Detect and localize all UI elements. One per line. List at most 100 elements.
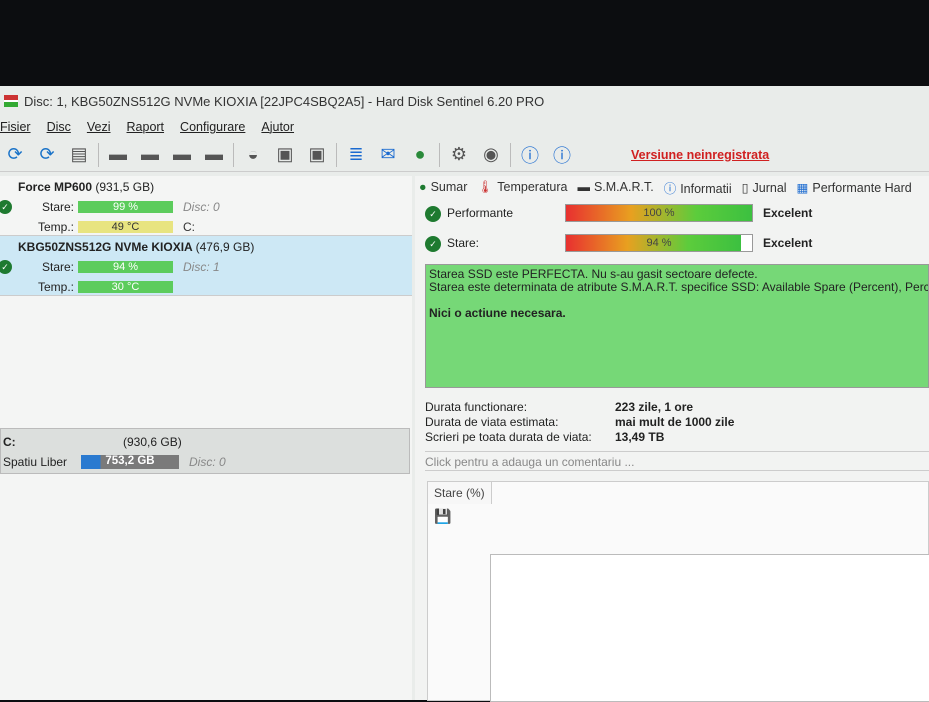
menu-bar: Fisier Disc Vezi Raport Configurare Ajut…: [0, 116, 929, 138]
disk-icon: ▬: [577, 180, 590, 194]
tab-bar: ● Sumar 🌡 Temperatura ▬ S.M.A.R.T. ⓘ Informa…: [415, 176, 929, 198]
separator: [233, 142, 234, 167]
performance-bar: 100 %: [565, 204, 753, 222]
tab-performante[interactable]: ▦ Performante Hard: [797, 180, 912, 195]
tab-stare-percent[interactable]: Stare (%): [428, 482, 492, 504]
menu-disc[interactable]: Disc: [47, 120, 71, 134]
health-rating: Excelent: [763, 236, 813, 250]
stat-value: 13,49 TB: [615, 430, 665, 444]
state-label: Stare:: [41, 260, 74, 274]
health-label: Stare:: [447, 236, 480, 250]
tab-smart[interactable]: ▬ S.M.A.R.T.: [577, 180, 653, 194]
stat-value: mai mult de 1000 zile: [615, 415, 735, 429]
tab-label: S.M.A.R.T.: [593, 180, 654, 194]
stat-label: Durata de viata estimata:: [425, 415, 559, 429]
state-bar: 94 %: [78, 261, 173, 273]
comment-field[interactable]: Click pentru a adauga un comentariu ...: [425, 451, 929, 471]
tab-sumar[interactable]: ● Sumar: [419, 180, 467, 194]
globe-icon[interactable]: ●: [407, 142, 433, 168]
state-label: Stare:: [41, 200, 74, 214]
refresh-warning-icon[interactable]: ⟳: [34, 142, 60, 168]
menu-fisier[interactable]: Fisier: [0, 120, 31, 134]
health-bar: 94 %: [565, 234, 753, 252]
performance-label: Performante: [447, 206, 514, 220]
disk-item[interactable]: Force MP600 (931,5 GB) ✓ Stare: 99 % Disc: …: [0, 176, 412, 236]
status-message: Starea SSD este PERFECTA. Nu s-au gasit …: [425, 264, 929, 388]
tab-temperatura[interactable]: 🌡 Temperatura: [477, 180, 567, 195]
health-row: ✓ Stare: 94 % Excelent: [415, 228, 929, 258]
chart-plot-area: [490, 554, 929, 702]
free-space-bar: 753,2 GB: [81, 455, 179, 469]
menu-raport[interactable]: Raport: [127, 120, 165, 134]
separator: [439, 142, 440, 167]
save-icon[interactable]: 💾: [434, 508, 451, 525]
temp-bar: 49 °C: [78, 221, 173, 233]
tab-label: Performante Hard: [812, 180, 912, 195]
chart-icon: ▦: [796, 180, 809, 195]
hdd-icon[interactable]: ◒: [240, 142, 266, 168]
window-title: Disc: 1, KBG50ZNS512G NVMe KIOXIA [22JPC…: [24, 93, 545, 109]
stat-label: Durata functionare:: [425, 400, 528, 414]
gear-icon[interactable]: ⚙: [446, 142, 472, 168]
disk-schedule-icon[interactable]: ▬: [137, 142, 163, 168]
unregistered-link[interactable]: Versiune neinregistrata: [631, 148, 769, 162]
disk-name: Force MP600: [18, 180, 93, 194]
thermometer-icon: 🌡: [477, 179, 494, 194]
check-icon: ✓: [425, 206, 441, 222]
menu-ajutor[interactable]: Ajutor: [261, 120, 294, 134]
menu-vezi[interactable]: Vezi: [87, 120, 111, 134]
partition-size: (930,6 GB): [123, 435, 182, 449]
state-bar: 99 %: [78, 201, 173, 213]
title-bar: Disc: 1, KBG50ZNS512G NVMe KIOXIA [22JPC…: [0, 86, 929, 116]
menu-configurare[interactable]: Configurare: [180, 120, 245, 134]
refresh-icon[interactable]: ⟳: [2, 142, 28, 168]
stat-value: 223 zile, 1 ore: [615, 400, 694, 414]
sound-icon[interactable]: ◉: [478, 142, 504, 168]
help-icon[interactable]: ⓘ: [517, 142, 543, 168]
app-logo-icon: [4, 95, 18, 107]
info-icon: ⓘ: [663, 181, 677, 196]
disk-surface-icon[interactable]: ▬: [105, 142, 131, 168]
tab-jurnal[interactable]: ▯ Jurnal: [742, 180, 787, 195]
disk-item-selected[interactable]: KBG50ZNS512G NVMe KIOXIA (476,9 GB) ✓ Sta…: [0, 236, 412, 296]
disc-number: Disc: 1: [183, 260, 220, 274]
performance-rating: Excelent: [763, 206, 813, 220]
partition-drive: C:: [3, 435, 16, 449]
stat-label: Scrieri pe toata durata de viata:: [425, 430, 592, 444]
network-disk-icon[interactable]: ▣: [272, 142, 298, 168]
app-window: Disc: 1, KBG50ZNS512G NVMe KIOXIA [22JPC…: [0, 86, 929, 702]
temp-label: Temp.:: [37, 220, 74, 234]
check-icon: ✓: [0, 260, 12, 274]
check-icon: ✓: [425, 236, 441, 252]
disk-search-icon[interactable]: ▬: [201, 142, 227, 168]
details-panel: ● Sumar 🌡 Temperatura ▬ S.M.A.R.T. ⓘ Informa…: [415, 176, 929, 702]
disk-icon[interactable]: ▤: [66, 142, 92, 168]
external-disk-icon[interactable]: ▣: [304, 142, 330, 168]
temp-label: Temp.:: [37, 280, 74, 294]
check-icon: ●: [419, 180, 427, 194]
report-icon[interactable]: ≣: [343, 142, 369, 168]
separator: [336, 142, 337, 167]
toolbar: ⟳ ⟳ ▤ ▬ ▬ ▬ ▬ ◒ ▣ ▣ ≣ ✉ ● ⚙ ◉ ⓘ ⓘ Versiu…: [0, 138, 929, 172]
separator: [98, 142, 99, 167]
document-icon: ▯: [741, 180, 749, 195]
free-space-label: Spatiu Liber: [3, 455, 68, 469]
separator: [510, 142, 511, 167]
disc-number: Disc: 0: [189, 455, 226, 469]
tab-label: Sumar: [430, 180, 468, 194]
action-text: Nici o actiune necesara.: [429, 306, 566, 320]
check-icon: ✓: [0, 200, 12, 214]
tab-label: Jurnal: [752, 180, 787, 195]
health-value: 94 %: [646, 237, 672, 249]
tab-label: Temperatura: [497, 179, 568, 194]
tab-informatii[interactable]: ⓘ Informatii: [664, 178, 732, 197]
drive-letter: C:: [183, 220, 195, 234]
partition-item[interactable]: C: (930,6 GB) Spatiu Liber 753,2 GB Disc: 0: [0, 428, 410, 474]
disk-list-panel: Force MP600 (931,5 GB) ✓ Stare: 99 % Disc: …: [0, 176, 412, 700]
disk-size: (476,9 GB): [195, 240, 255, 254]
disk-check-icon[interactable]: ▬: [169, 142, 195, 168]
info-icon[interactable]: ⓘ: [549, 142, 575, 168]
email-icon[interactable]: ✉: [375, 142, 401, 168]
performance-row: ✓ Performante 100 % Excelent: [415, 198, 929, 228]
disk-size: (931,5 GB): [95, 180, 155, 194]
